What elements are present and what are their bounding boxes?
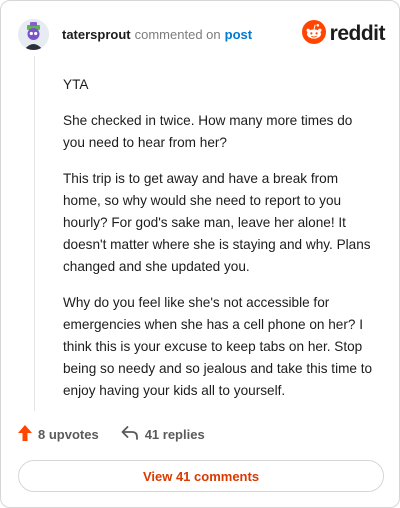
comment-paragraph: She checked in twice. How many more time…	[63, 113, 353, 150]
upvote-count: 8 upvotes	[38, 427, 99, 442]
avatar[interactable]	[18, 18, 49, 50]
comment-paragraph: This trip is to get away and have a brea…	[63, 171, 371, 274]
comment-actions: 8 upvotes 41 replies	[18, 425, 205, 444]
reddit-logo-icon	[301, 19, 326, 49]
replies-count: 41 replies	[144, 427, 205, 442]
comment-card: tatersprout commented on post reddit YTA…	[0, 0, 400, 508]
upvote-button[interactable]: 8 upvotes	[18, 425, 99, 444]
reddit-wordmark: reddit	[329, 22, 386, 45]
thread-line	[34, 56, 35, 411]
post-link[interactable]: post	[225, 27, 252, 42]
comment-paragraph: Why do you feel like she's not accessibl…	[63, 295, 373, 398]
username[interactable]: tatersprout	[62, 27, 131, 42]
comment-paragraph: YTA	[63, 77, 89, 92]
view-comments-button[interactable]: View 41 comments	[18, 460, 384, 492]
byline: tatersprout commented on post	[62, 27, 252, 42]
replies-button[interactable]: 41 replies	[121, 426, 205, 443]
reddit-logo[interactable]: reddit	[301, 19, 386, 49]
comment-header: tatersprout commented on post reddit	[18, 17, 386, 51]
upvote-arrow-icon	[18, 425, 32, 444]
comment-body: YTA She checked in twice. How many more …	[63, 74, 373, 416]
commented-text: commented on	[134, 26, 221, 42]
reply-arrow-icon	[121, 426, 139, 443]
